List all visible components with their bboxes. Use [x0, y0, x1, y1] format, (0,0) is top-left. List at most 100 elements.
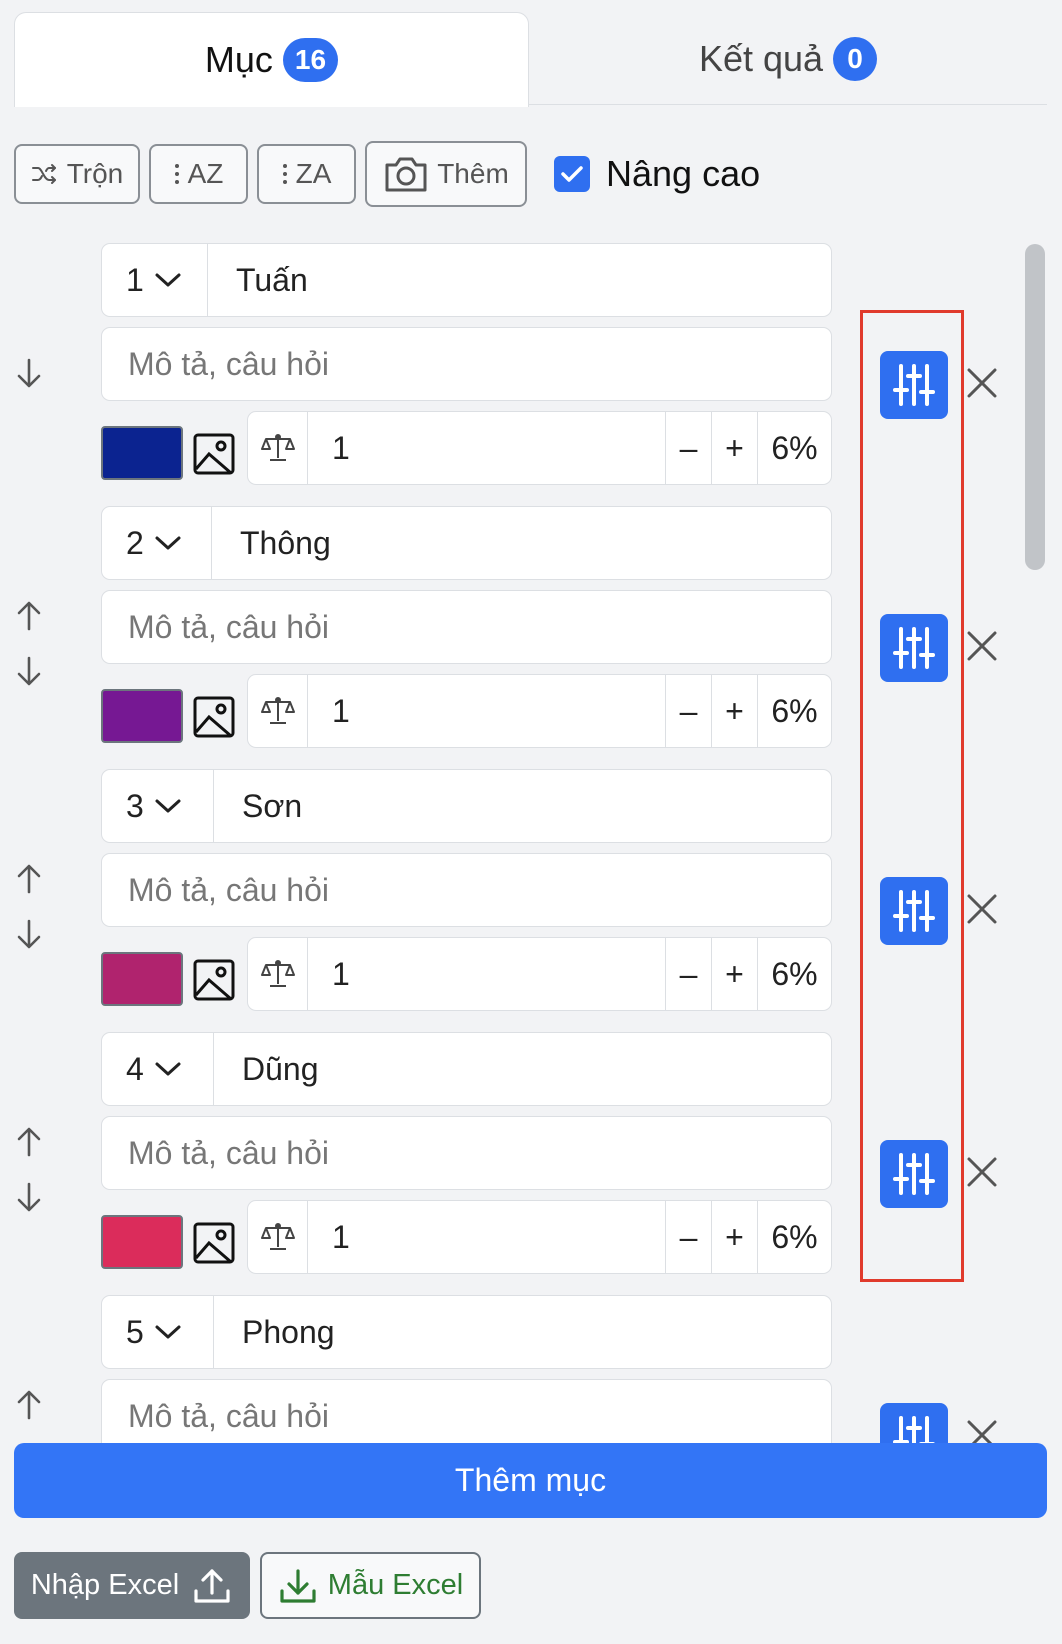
description-input[interactable]: Mô tả, câu hỏi [101, 853, 832, 927]
item-settings-button[interactable] [880, 351, 948, 419]
name-input[interactable]: Thông [212, 525, 331, 562]
move-down-button[interactable] [14, 356, 44, 390]
item-settings-button[interactable] [880, 1140, 948, 1208]
close-icon [967, 368, 997, 398]
move-up-button[interactable] [14, 862, 44, 896]
chevron-down-icon [155, 799, 181, 813]
name-input-group: 4 Dũng [101, 1032, 832, 1106]
import-excel-button[interactable]: Nhập Excel [14, 1552, 250, 1619]
add-item-button[interactable]: Thêm mục [14, 1443, 1047, 1518]
weight-scale [248, 675, 308, 747]
remove-item-button[interactable] [964, 891, 1000, 927]
add-image-button[interactable] [193, 696, 235, 738]
weight-scale [248, 412, 308, 484]
move-down-button[interactable] [14, 654, 44, 688]
add-image-button[interactable] [193, 1222, 235, 1264]
excel-template-label: Mẫu Excel [327, 1569, 464, 1601]
vertical-dots-icon [282, 164, 287, 184]
move-up-button[interactable] [14, 1388, 44, 1422]
color-picker[interactable] [101, 689, 183, 743]
weight-input[interactable]: 1 [308, 675, 665, 747]
import-excel-label: Nhập Excel [30, 1569, 180, 1601]
weight-percent: 6% [757, 412, 831, 484]
number-select[interactable]: 5 [102, 1296, 214, 1368]
add-photo-button[interactable]: Thêm [365, 141, 527, 207]
name-input[interactable]: Dũng [214, 1051, 319, 1088]
item-settings-button[interactable] [880, 877, 948, 945]
sliders-icon [893, 364, 935, 406]
number-value: 4 [126, 1050, 144, 1087]
move-up-button[interactable] [14, 599, 44, 633]
arrow-down-icon [17, 1182, 41, 1212]
list-item: 1 Tuấn Mô tả, câu hỏi 1– +6% [0, 243, 1040, 493]
upload-icon [194, 1568, 230, 1603]
weight-input-group: 1– +6% [247, 1200, 832, 1274]
weight-increase-button[interactable]: + [711, 1201, 757, 1273]
image-icon [193, 433, 235, 475]
description-input[interactable]: Mô tả, câu hỏi [101, 1116, 832, 1190]
sort-az-button[interactable]: AZ [149, 144, 248, 204]
description-input[interactable]: Mô tả, câu hỏi [101, 327, 832, 401]
chevron-down-icon [155, 536, 181, 550]
name-input[interactable]: Sơn [214, 788, 302, 825]
description-input[interactable]: Mô tả, câu hỏi [101, 590, 832, 664]
tab-items-count-badge: 16 [282, 38, 339, 82]
number-select[interactable]: 3 [102, 770, 214, 842]
color-picker[interactable] [101, 952, 183, 1006]
weight-input[interactable]: 1 [308, 412, 665, 484]
add-image-button[interactable] [193, 433, 235, 475]
remove-item-button[interactable] [964, 628, 1000, 664]
tab-items[interactable]: Mục 16 [14, 12, 529, 107]
advanced-toggle[interactable]: Nâng cao [554, 153, 760, 195]
add-image-button[interactable] [193, 959, 235, 1001]
close-icon [967, 631, 997, 661]
tab-bar: Mục 16 Kết quả 0 [14, 12, 1047, 107]
number-select[interactable]: 2 [102, 507, 212, 579]
remove-item-button[interactable] [964, 365, 1000, 401]
sliders-icon [893, 627, 935, 669]
name-input-group: 5 Phong [101, 1295, 832, 1369]
description-input[interactable]: Mô tả, câu hỏi [101, 1379, 832, 1443]
scale-icon [260, 1223, 295, 1250]
color-picker[interactable] [101, 1215, 183, 1269]
scrollbar-thumb[interactable] [1025, 244, 1045, 570]
advanced-checkbox[interactable] [554, 156, 590, 192]
list-item: 2 Thông Mô tả, câu hỏi 1– +6% [0, 506, 1040, 756]
weight-decrease-button[interactable]: – [665, 1201, 711, 1273]
weight-decrease-button[interactable]: – [665, 938, 711, 1010]
name-input[interactable]: Phong [214, 1314, 335, 1351]
download-icon [280, 1568, 316, 1603]
arrow-down-icon [17, 919, 41, 949]
tab-results[interactable]: Kết quả 0 [529, 12, 1047, 105]
remove-item-button[interactable] [964, 1417, 1000, 1443]
excel-template-button[interactable]: Mẫu Excel [260, 1552, 481, 1619]
number-select[interactable]: 1 [102, 244, 208, 316]
weight-increase-button[interactable]: + [711, 675, 757, 747]
image-icon [193, 696, 235, 738]
chevron-down-icon [155, 1325, 181, 1339]
weight-increase-button[interactable]: + [711, 938, 757, 1010]
move-up-button[interactable] [14, 1125, 44, 1159]
shuffle-button[interactable]: Trộn [14, 144, 140, 204]
weight-input[interactable]: 1 [308, 938, 665, 1010]
list-item: 5PhongMô tả, câu hỏi1–+6% [0, 1295, 1040, 1443]
tab-items-label: Mục [204, 39, 273, 80]
move-down-button[interactable] [14, 1180, 44, 1214]
number-select[interactable]: 4 [102, 1033, 214, 1105]
arrow-down-icon [17, 656, 41, 686]
weight-decrease-button[interactable]: – [665, 675, 711, 747]
tab-results-label: Kết quả [698, 37, 824, 79]
weight-decrease-button[interactable]: – [665, 412, 711, 484]
advanced-label: Nâng cao [606, 153, 761, 194]
color-picker[interactable] [101, 426, 183, 480]
weight-input[interactable]: 1 [308, 1201, 665, 1273]
weight-increase-button[interactable]: + [711, 412, 757, 484]
item-settings-button[interactable] [880, 614, 948, 682]
arrow-up-icon [17, 601, 41, 631]
list-item: 3 Sơn Mô tả, câu hỏi 1– +6% [0, 769, 1040, 1019]
item-settings-button[interactable] [880, 1403, 948, 1443]
remove-item-button[interactable] [964, 1154, 1000, 1190]
name-input[interactable]: Tuấn [208, 262, 308, 299]
move-down-button[interactable] [14, 917, 44, 951]
sort-za-button[interactable]: ZA [257, 144, 356, 204]
